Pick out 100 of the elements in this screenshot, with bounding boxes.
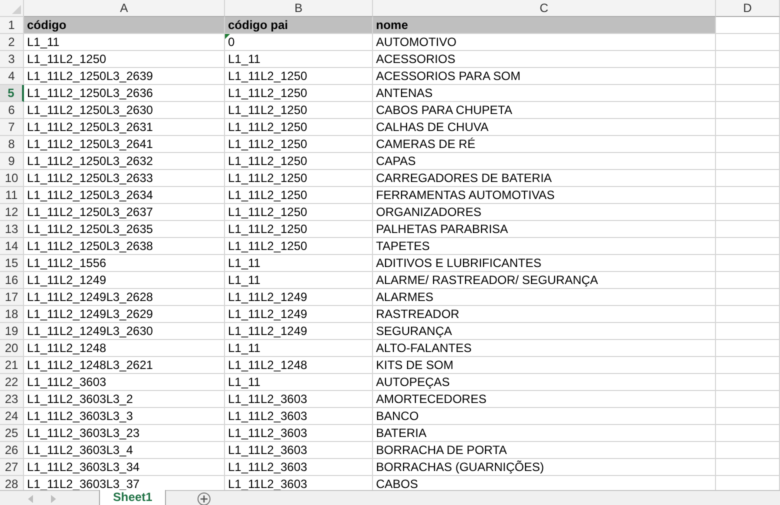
table-cell: L1_11L2_1250 (225, 238, 373, 255)
row-header[interactable]: 24 (0, 408, 24, 425)
empty-cell (716, 170, 780, 187)
empty-cell (716, 289, 780, 306)
row-header[interactable]: 22 (0, 374, 24, 391)
table-cell: L1_11L2_3603 (225, 408, 373, 425)
table-cell: BORRACHA DE PORTA (373, 442, 716, 459)
table-cell: PALHETAS PARABRISA (373, 221, 716, 238)
table-cell: CABOS PARA CHUPETA (373, 102, 716, 119)
table-cell: L1_11L2_1250L3_2639 (24, 68, 225, 85)
row-header[interactable]: 20 (0, 340, 24, 357)
empty-cell (716, 255, 780, 272)
table-cell: CAPAS (373, 153, 716, 170)
table-cell: L1_11L2_1249 (225, 289, 373, 306)
table-cell: L1_11L2_1250 (225, 136, 373, 153)
table-cell: ADITIVOS E LUBRIFICANTES (373, 255, 716, 272)
row-header[interactable]: 21 (0, 357, 24, 374)
table-cell: L1_11L2_1250L3_2633 (24, 170, 225, 187)
table-cell: CARREGADORES DE BATERIA (373, 170, 716, 187)
row-header[interactable]: 2 (0, 34, 24, 51)
row-header[interactable]: 14 (0, 238, 24, 255)
empty-cell (716, 306, 780, 323)
table-cell: L1_11L2_1250 (225, 119, 373, 136)
row-header[interactable]: 17 (0, 289, 24, 306)
table-cell: AUTOPEÇAS (373, 374, 716, 391)
table-cell: FERRAMENTAS AUTOMOTIVAS (373, 187, 716, 204)
scroll-left-icon[interactable] (28, 494, 33, 502)
empty-cell (716, 153, 780, 170)
table-cell: L1_11 (225, 255, 373, 272)
table-cell: KITS DE SOM (373, 357, 716, 374)
empty-cell (716, 272, 780, 289)
row-header[interactable]: 4 (0, 68, 24, 85)
row-header[interactable]: 27 (0, 459, 24, 476)
table-cell: L1_11 (225, 374, 373, 391)
empty-cell (716, 425, 780, 442)
table-cell: L1_11L2_1250L3_2635 (24, 221, 225, 238)
row-header[interactable]: 8 (0, 136, 24, 153)
empty-cell (716, 391, 780, 408)
header-cell: código pai (225, 17, 373, 34)
column-header[interactable]: D (716, 0, 780, 17)
empty-cell (716, 442, 780, 459)
row-header[interactable]: 16 (0, 272, 24, 289)
row-header[interactable]: 11 (0, 187, 24, 204)
table-cell: L1_11L2_3603L3_3 (24, 408, 225, 425)
table-cell: AMORTECEDORES (373, 391, 716, 408)
table-cell: L1_11L2_1250 (225, 153, 373, 170)
row-header[interactable]: 13 (0, 221, 24, 238)
empty-cell (716, 102, 780, 119)
row-header[interactable]: 12 (0, 204, 24, 221)
empty-cell (716, 51, 780, 68)
sheet-tab[interactable]: Sheet1 (100, 490, 166, 505)
column-header[interactable]: B (225, 0, 373, 17)
select-all-icon[interactable] (12, 5, 21, 14)
table-cell: L1_11L2_3603 (225, 459, 373, 476)
column-header[interactable]: C (373, 0, 716, 17)
table-cell: L1_11L2_3603L3_34 (24, 459, 225, 476)
empty-cell (716, 187, 780, 204)
table-cell: TAPETES (373, 238, 716, 255)
row-header[interactable]: 23 (0, 391, 24, 408)
row-header[interactable]: 3 (0, 51, 24, 68)
table-cell: ACESSORIOS PARA SOM (373, 68, 716, 85)
table-cell: L1_11L2_1250 (225, 68, 373, 85)
row-header[interactable]: 5 (0, 85, 24, 102)
row-header[interactable]: 1 (0, 17, 24, 34)
table-cell: L1_11 (24, 34, 225, 51)
table-cell: RASTREADOR (373, 306, 716, 323)
row-header[interactable]: 25 (0, 425, 24, 442)
row-header[interactable]: 6 (0, 102, 24, 119)
table-cell: L1_11L2_3603 (225, 391, 373, 408)
table-cell: L1_11L2_1249 (225, 306, 373, 323)
table-cell: L1_11L2_3603 (225, 442, 373, 459)
table-cell: ACESSORIOS (373, 51, 716, 68)
table-cell: L1_11L2_3603 (225, 425, 373, 442)
table-cell: L1_11L2_1250L3_2638 (24, 238, 225, 255)
row-header[interactable]: 10 (0, 170, 24, 187)
empty-cell (716, 221, 780, 238)
row-header[interactable]: 28 (0, 476, 24, 490)
table-cell: BANCO (373, 408, 716, 425)
scroll-right-icon[interactable] (51, 494, 56, 502)
empty-cell (716, 68, 780, 85)
column-header[interactable]: A (24, 0, 225, 17)
row-header[interactable]: 19 (0, 323, 24, 340)
empty-cell (716, 374, 780, 391)
row-header[interactable]: 26 (0, 442, 24, 459)
empty-cell (716, 408, 780, 425)
row-header[interactable]: 15 (0, 255, 24, 272)
empty-cell (716, 136, 780, 153)
table-cell: CALHAS DE CHUVA (373, 119, 716, 136)
table-cell: L1_11L2_1250L3_2630 (24, 102, 225, 119)
table-cell: L1_11L2_1250 (225, 85, 373, 102)
empty-cell (716, 34, 780, 51)
row-header[interactable]: 9 (0, 153, 24, 170)
add-sheet-icon[interactable] (197, 492, 212, 505)
table-cell: ALTO-FALANTES (373, 340, 716, 357)
table-cell: L1_11L2_1249 (225, 323, 373, 340)
row-header[interactable]: 18 (0, 306, 24, 323)
row-header[interactable]: 7 (0, 119, 24, 136)
table-cell: L1_11L2_1248 (225, 357, 373, 374)
table-cell: L1_11 (225, 272, 373, 289)
table-cell: 0 (225, 34, 373, 51)
